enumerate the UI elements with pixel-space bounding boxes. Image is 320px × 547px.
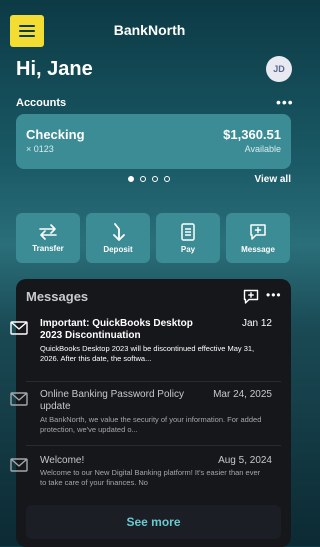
carousel-pagination (128, 176, 170, 182)
transfer-label: Transfer (32, 243, 64, 253)
envelope-icon (10, 392, 28, 406)
message-label: Message (241, 244, 275, 254)
message-button[interactable]: Message (226, 213, 290, 263)
accounts-heading: Accounts (16, 97, 67, 109)
account-balance-label: Available (244, 144, 281, 154)
deposit-button[interactable]: Deposit (86, 213, 150, 263)
deposit-label: Deposit (103, 244, 133, 254)
message-preview: QuickBooks Desktop 2023 will be disconti… (40, 344, 255, 363)
see-more-button[interactable]: See more (26, 505, 281, 539)
page-dot-4[interactable] (164, 176, 170, 182)
divider (26, 445, 281, 446)
account-balance: $1,360.51 (223, 127, 281, 142)
compose-message-icon[interactable] (243, 289, 259, 305)
accounts-more-button[interactable]: ••• (276, 94, 294, 110)
transfer-arrows-icon (39, 223, 57, 240)
top-bar: BankNorth (0, 0, 299, 56)
app-title: BankNorth (113, 22, 186, 38)
account-number: × 0123 (26, 144, 54, 154)
message-subject: Important: QuickBooks Desktop 2023 Disco… (40, 318, 193, 341)
page-dot-2[interactable] (140, 176, 146, 182)
message-preview: Welcome to our New Digital Banking platf… (40, 468, 261, 487)
message-subject: Welcome! (40, 455, 85, 466)
bill-icon (181, 222, 195, 241)
envelope-icon (10, 458, 28, 472)
page-dot-3[interactable] (152, 176, 158, 182)
view-all-accounts-link[interactable]: View all (254, 174, 291, 185)
message-date: Aug 5, 2024 (218, 455, 272, 466)
messages-title: Messages (26, 289, 89, 304)
greeting: Hi, Jane (16, 58, 93, 80)
quick-actions: Transfer Deposit Pay Message (16, 213, 290, 263)
message-date: Jan 12 (241, 318, 272, 329)
account-name: Checking (26, 127, 85, 142)
envelope-icon (10, 321, 28, 335)
transfer-button[interactable]: Transfer (16, 213, 80, 263)
page-dot-1[interactable] (128, 176, 134, 182)
account-card-checking[interactable]: Checking × 0123 $1,360.51 Available (16, 114, 291, 169)
avatar[interactable]: JD (266, 56, 292, 82)
messages-more-button[interactable]: ••• (266, 288, 282, 302)
deposit-arrow-icon (113, 222, 125, 241)
message-date: Mar 24, 2025 (213, 389, 272, 400)
pay-button[interactable]: Pay (156, 213, 220, 263)
divider (26, 381, 281, 382)
message-subject: Online Banking Password Policy update (40, 389, 184, 412)
chat-plus-icon (250, 223, 266, 240)
pay-label: Pay (180, 244, 196, 254)
message-preview: At BankNorth, we value the security of y… (40, 415, 262, 434)
